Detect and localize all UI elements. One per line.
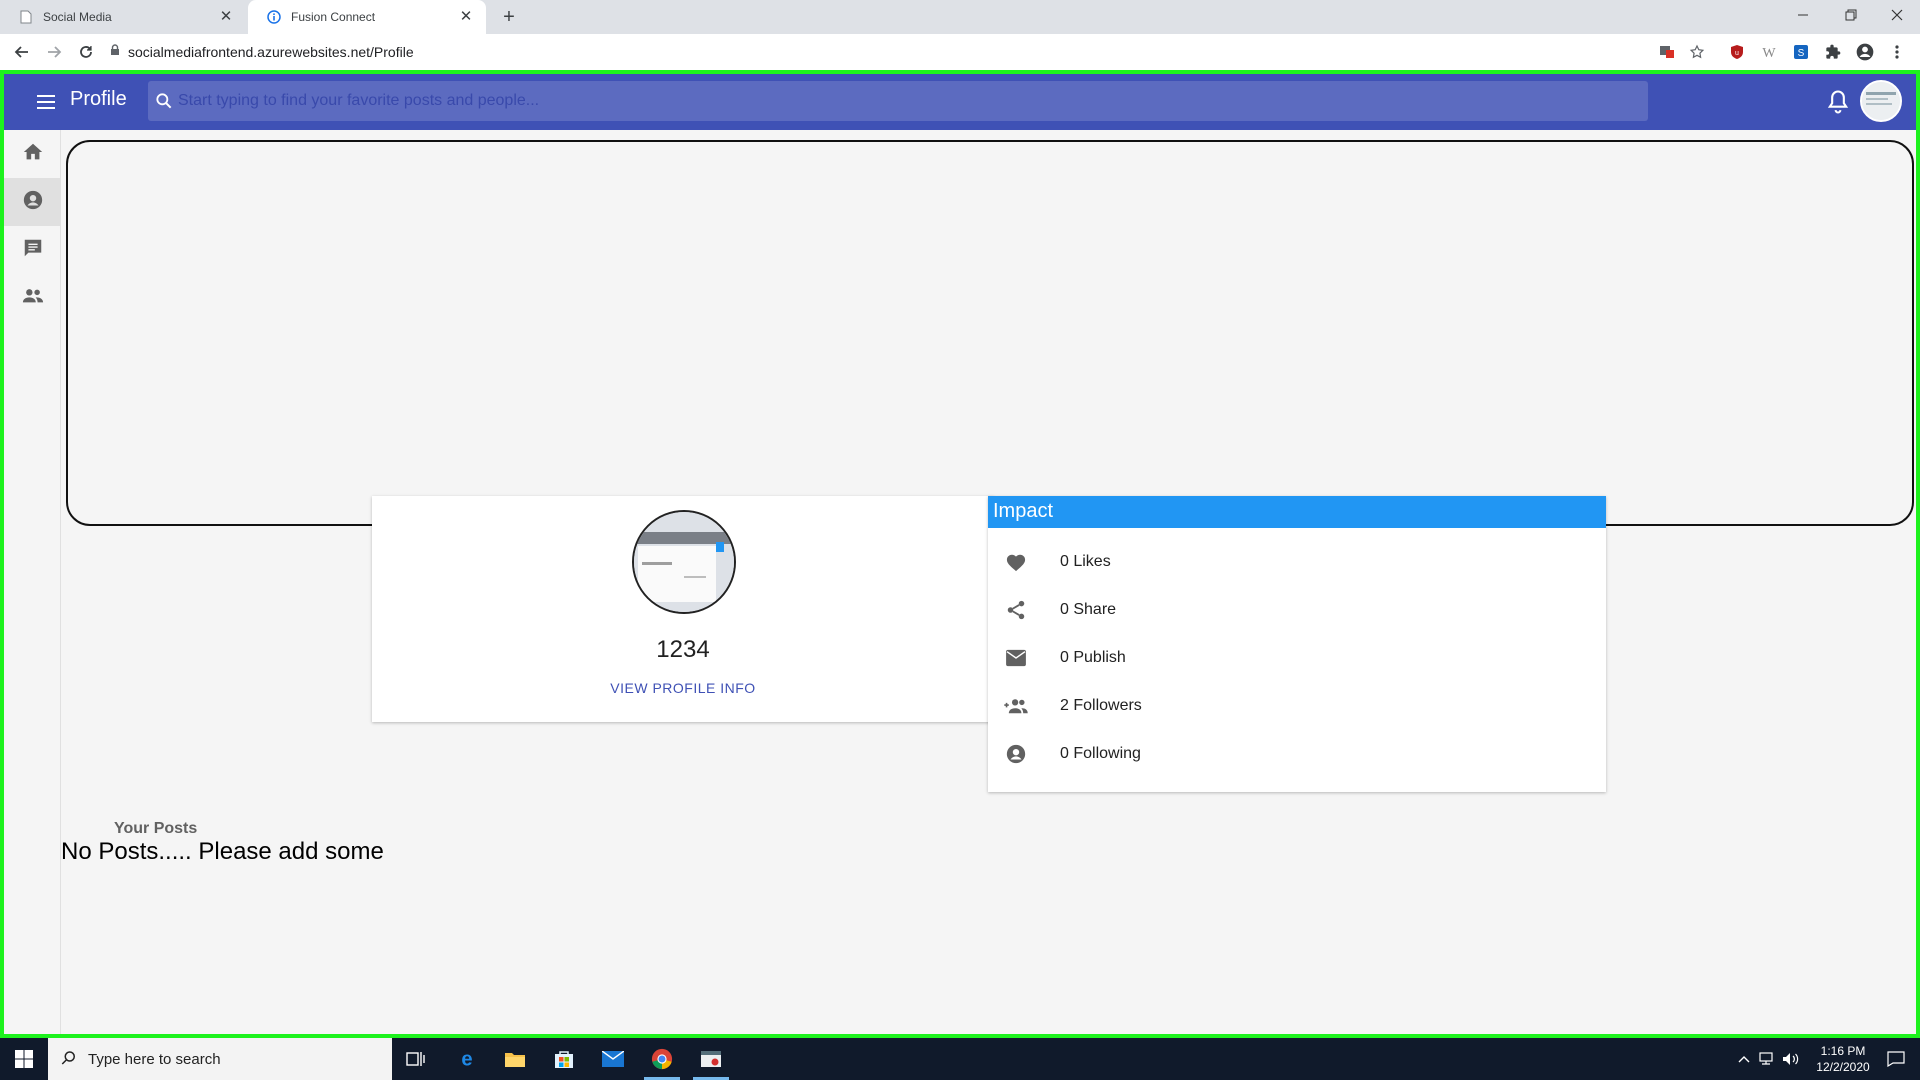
- user-avatar[interactable]: [1860, 80, 1902, 122]
- sidebar: [4, 130, 61, 1034]
- page-title: Profile: [70, 88, 127, 110]
- tab-title: Social Media: [43, 10, 112, 24]
- forward-icon[interactable]: [42, 40, 66, 64]
- edge-icon[interactable]: e: [443, 1038, 491, 1080]
- tray-chevron-icon[interactable]: [1734, 1038, 1754, 1080]
- search-box[interactable]: [148, 81, 1648, 121]
- account-icon: [22, 189, 44, 216]
- back-icon[interactable]: [10, 40, 34, 64]
- sidebar-item-people[interactable]: [4, 274, 61, 322]
- profile-card: 1234 VIEW PROFILE INFO: [372, 496, 994, 722]
- store-icon[interactable]: [540, 1038, 588, 1080]
- your-posts-heading: Your Posts: [114, 820, 198, 837]
- impact-row-publish: 0 Publish: [988, 634, 1606, 682]
- close-icon[interactable]: ✕: [458, 9, 474, 25]
- share-icon: [1002, 598, 1030, 622]
- url-text: socialmediafrontend.azurewebsites.net/Pr…: [128, 44, 414, 60]
- screen: Social Media ✕ Fusion Connect ✕ + social…: [0, 0, 1920, 1080]
- impact-label: 0 Publish: [1060, 649, 1126, 666]
- search-icon: [60, 1049, 78, 1071]
- app-frame: Profile Start typing to find your favori…: [0, 70, 1920, 1038]
- extension-s-icon[interactable]: S: [1790, 41, 1812, 63]
- svg-text:S: S: [1798, 48, 1805, 59]
- reload-icon[interactable]: [74, 40, 98, 64]
- snipping-tool-icon[interactable]: [687, 1038, 735, 1080]
- no-posts-message: No Posts..... Please add some: [61, 838, 384, 865]
- chrome-icon[interactable]: [638, 1038, 686, 1080]
- svg-text:u: u: [1735, 50, 1739, 57]
- view-profile-info-button[interactable]: VIEW PROFILE INFO: [372, 680, 994, 696]
- notification-bell-icon[interactable]: [1824, 88, 1852, 116]
- account-icon: [1002, 742, 1030, 766]
- people-icon: [21, 285, 45, 312]
- followers-icon: [1002, 694, 1030, 718]
- window-close-icon[interactable]: [1874, 0, 1920, 30]
- impact-label: 0 Likes: [1060, 553, 1111, 570]
- svg-text:e: e: [461, 1048, 472, 1070]
- cover-photo: [66, 140, 1914, 526]
- tab-title: Fusion Connect: [291, 10, 376, 24]
- app-bar: Profile: [4, 74, 1916, 130]
- chat-icon: [22, 237, 44, 264]
- task-view-icon[interactable]: [392, 1038, 440, 1080]
- lock-icon: [110, 43, 120, 61]
- mail-app-icon[interactable]: [589, 1038, 637, 1080]
- star-icon[interactable]: [1686, 41, 1708, 63]
- address-bar[interactable]: socialmediafrontend.azurewebsites.net/Pr…: [110, 38, 1650, 66]
- menu-dots-icon[interactable]: [1886, 41, 1908, 63]
- wikipedia-icon[interactable]: W: [1758, 41, 1780, 63]
- impact-label: 0 Following: [1060, 745, 1141, 762]
- extensions-puzzle-icon[interactable]: [1822, 41, 1844, 63]
- close-icon[interactable]: ✕: [218, 9, 234, 25]
- impact-title: Impact: [988, 496, 1606, 528]
- restore-icon[interactable]: [1828, 0, 1874, 30]
- translate-icon[interactable]: [1656, 41, 1678, 63]
- page-icon: [18, 9, 34, 25]
- heart-icon: [1002, 550, 1030, 574]
- search-icon: [154, 91, 174, 111]
- browser-tab-fusion-connect[interactable]: Fusion Connect ✕: [248, 0, 486, 34]
- search-input[interactable]: [178, 92, 1648, 110]
- volume-icon[interactable]: [1780, 1038, 1802, 1080]
- svg-text:W: W: [1762, 46, 1776, 60]
- sidebar-item-home[interactable]: [4, 130, 61, 178]
- profile-username: 1234: [656, 636, 710, 663]
- browser-tab-strip: Social Media ✕ Fusion Connect ✕ +: [0, 0, 1920, 34]
- minimize-icon[interactable]: [1780, 0, 1826, 30]
- impact-row-share: 0 Share: [988, 586, 1606, 634]
- taskbar-search-box[interactable]: Type here to search: [48, 1038, 392, 1080]
- info-icon: [266, 9, 282, 25]
- file-explorer-icon[interactable]: [491, 1038, 539, 1080]
- impact-label: 0 Share: [1060, 601, 1117, 618]
- profile-icon[interactable]: [1854, 41, 1876, 63]
- windows-start-icon[interactable]: [0, 1038, 48, 1080]
- menu-icon[interactable]: [34, 90, 58, 114]
- new-tab-icon[interactable]: +: [497, 5, 521, 29]
- sidebar-item-profile[interactable]: [4, 178, 61, 226]
- impact-row-followers: 2 Followers: [988, 682, 1606, 730]
- ublock-icon[interactable]: u: [1726, 41, 1748, 63]
- browser-toolbar: socialmediafrontend.azurewebsites.net/Pr…: [0, 34, 1920, 70]
- profile-avatar[interactable]: [632, 510, 736, 614]
- browser-tab-social-media[interactable]: Social Media ✕: [0, 0, 246, 34]
- action-center-icon[interactable]: [1874, 1038, 1918, 1080]
- sidebar-item-messages[interactable]: [4, 226, 61, 274]
- impact-row-likes: 0 Likes: [988, 538, 1606, 586]
- impact-row-following: 0 Following: [988, 730, 1606, 778]
- taskbar-search-placeholder: Type here to search: [88, 1050, 221, 1068]
- impact-card: Impact 0 Likes 0 Share 0 Publish 2 Follo…: [988, 496, 1606, 792]
- mail-icon: [1002, 646, 1030, 670]
- impact-label: 2 Followers: [1060, 697, 1142, 714]
- network-icon[interactable]: [1756, 1038, 1780, 1080]
- home-icon: [22, 141, 44, 168]
- taskbar: Type here to search e 1:16 PM 12/2/2020: [0, 1038, 1920, 1080]
